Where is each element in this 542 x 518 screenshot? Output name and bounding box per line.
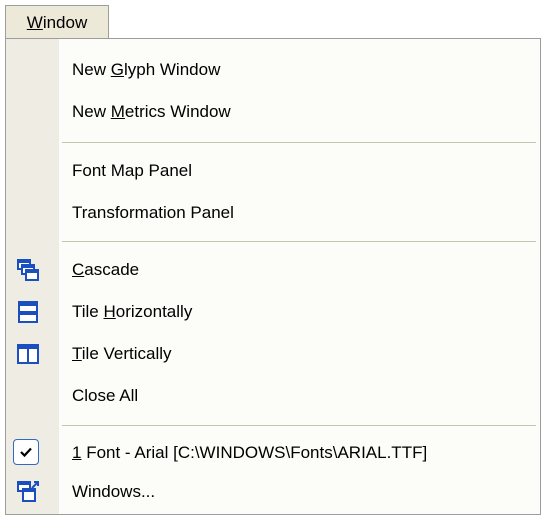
menu-separator — [62, 142, 536, 143]
menu-item-transformation-panel[interactable]: Transformation Panel — [6, 192, 540, 234]
menu-item-new-glyph-window[interactable]: New Glyph Window — [6, 49, 540, 91]
tile-horizontal-icon — [18, 301, 38, 323]
menu-item-tile-vertically[interactable]: Tile Vertically — [6, 333, 540, 375]
window-menu-title: indow — [42, 12, 88, 32]
menu-separator — [62, 241, 536, 242]
menu-separator — [62, 425, 536, 426]
cascade-icon — [17, 259, 39, 281]
menu-item-tile-horizontally[interactable]: Tile Horizontally — [6, 291, 540, 333]
menu-item-font-map-panel[interactable]: Font Map Panel — [6, 150, 540, 192]
menu-item-windows-list[interactable]: Windows... — [6, 471, 540, 513]
checkmark-icon — [13, 439, 39, 465]
tile-vertical-icon — [17, 344, 39, 364]
window-menu-mnemonic: W — [26, 12, 43, 32]
menu-item-close-all[interactable]: Close All — [6, 375, 540, 417]
menu-item-new-metrics-window[interactable]: New Metrics Window — [6, 91, 540, 133]
window-menu-button[interactable]: Window — [5, 5, 109, 39]
menu-item-cascade[interactable]: Cascade — [6, 249, 540, 291]
windows-list-icon — [17, 481, 39, 502]
window-dropdown-menu: New Glyph Window New Metrics Window Font… — [5, 38, 541, 515]
menu-item-open-window-1[interactable]: 1 Font - Arial [C:\WINDOWS\Fonts\ARIAL.T… — [6, 432, 540, 474]
